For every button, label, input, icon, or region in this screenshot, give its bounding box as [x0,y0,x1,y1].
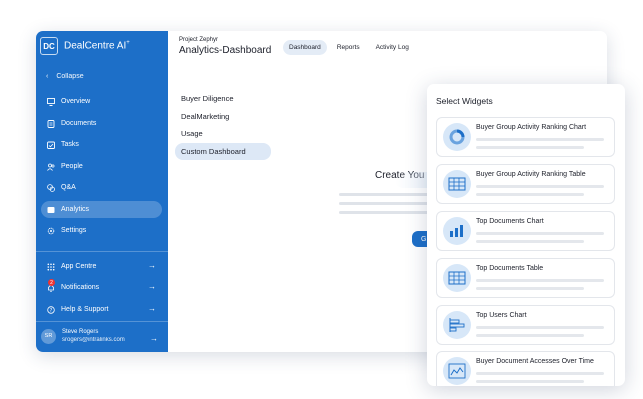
select-widgets-panel: Select Widgets Buyer Group Activity Rank… [427,84,625,386]
placeholder-line [339,211,429,214]
horizontal-bar-chart-icon [443,311,471,339]
logo-mark: DC [40,37,58,55]
dashboard-item-dealmarketing[interactable]: DealMarketing [175,108,271,125]
placeholder-line [476,372,604,375]
avatar: SR [41,328,56,344]
widget-name: Top Users Chart [476,312,527,319]
placeholder-line [476,146,584,149]
page-title: Analytics-Dashboard [179,45,272,56]
widget-name: Top Documents Chart [476,218,544,225]
notification-badge: 2 [48,279,55,286]
sidebar-divider [36,321,168,322]
dashboard-item-usage[interactable]: Usage [175,125,271,142]
sidebar-item-analytics[interactable]: Analytics [41,201,162,218]
tab-dashboard[interactable]: Dashboard [283,40,327,55]
sidebar-item-label: Analytics [61,206,90,213]
widget-card[interactable]: Top Users Chart [436,305,615,345]
widget-card[interactable]: Top Documents Chart [436,211,615,251]
placeholder-line [476,279,604,282]
arrow-right-icon: → [148,261,156,270]
placeholder-line [476,380,584,383]
sidebar-item-tasks[interactable]: Tasks [41,136,162,153]
table-icon [443,170,471,198]
widget-card[interactable]: Buyer Group Activity Ranking Table [436,164,615,204]
placeholder-line [476,138,604,141]
user-name: Steve Rogers [62,329,99,335]
dashboard-item-custom-dashboard[interactable]: Custom Dashboard [175,143,271,160]
chat-icon [46,183,55,192]
arrow-right-icon: → [148,282,156,291]
document-icon [46,119,55,128]
sidebar-item-overview[interactable]: Overview [41,93,162,110]
placeholder-line [476,232,604,235]
gear-icon [46,226,55,235]
donut-chart-icon [443,123,471,151]
chevron-left-icon: ‹ [46,73,49,80]
sidebar-item-label: Settings [61,227,87,234]
sidebar-item-app-centre[interactable]: App Centre → [41,258,162,275]
sidebar-item-label: Help & Support [61,306,109,313]
placeholder-line [339,193,429,196]
user-profile[interactable]: SR Steve Rogers srogers@intralinks.com [41,328,125,344]
placeholder-line [476,287,584,290]
grid-icon [46,262,55,271]
sidebar-item-label: People [61,163,83,170]
widget-name: Buyer Document Accesses Over Time [476,358,594,365]
logo-name: DealCentre AI [64,40,127,52]
user-email: srogers@intralinks.com [62,337,125,343]
sidebar-item-qa[interactable]: Q&A [41,179,162,196]
placeholder-line [476,185,604,188]
sidebar-item-label: Q&A [61,184,76,191]
analytics-icon [46,205,55,214]
panel-title: Select Widgets [436,96,493,106]
sidebar-item-people[interactable]: People [41,158,162,175]
placeholder-line [476,240,584,243]
sidebar-item-label: App Centre [61,263,97,270]
sidebar-item-label: Overview [61,98,91,105]
widget-card[interactable]: Top Documents Table [436,258,615,298]
collapse-button[interactable]: ‹ Collapse [46,73,84,80]
sidebar-divider [36,251,168,252]
collapse-label: Collapse [56,73,84,80]
arrow-right-icon: → [148,304,156,313]
sidebar: DC DealCentre AI+ ‹ Collapse Overview Do… [36,31,168,352]
sidebar-item-settings[interactable]: Settings [41,222,162,239]
svg-text:?: ? [49,307,52,313]
help-icon: ? [46,305,55,314]
sidebar-item-help-support[interactable]: ? Help & Support → [41,301,162,318]
widget-name: Buyer Group Activity Ranking Table [476,171,586,178]
table-icon [443,264,471,292]
dashboard-item-buyer-diligence[interactable]: Buyer Diligence [175,90,271,107]
logo[interactable]: DC DealCentre AI+ [40,37,130,55]
sidebar-item-notifications[interactable]: 2 Notifications → [41,279,162,296]
bar-chart-icon [443,217,471,245]
arrow-right-icon[interactable]: → [150,334,158,343]
line-chart-icon [443,357,471,385]
sidebar-item-documents[interactable]: Documents [41,115,162,132]
widget-card[interactable]: Buyer Group Activity Ranking Chart [436,117,615,157]
tasks-icon [46,140,55,149]
placeholder-line [476,334,584,337]
widget-name: Buyer Group Activity Ranking Chart [476,124,587,131]
sidebar-item-label: Tasks [61,141,79,148]
sidebar-item-label: Notifications [61,284,100,291]
placeholder-line [339,202,429,205]
logo-sup: + [126,40,130,47]
widget-card[interactable]: Buyer Document Accesses Over Time [436,351,615,386]
placeholder-line [476,193,584,196]
widget-name: Top Documents Table [476,265,544,272]
placeholder-line [476,326,604,329]
monitor-icon [46,97,55,106]
tab-reports[interactable]: Reports [331,40,366,55]
tab-activity-log[interactable]: Activity Log [370,40,415,55]
sidebar-item-label: Documents [61,120,97,127]
tab-bar: Dashboard Reports Activity Log [283,40,415,55]
people-icon [46,162,55,171]
project-name: Project Zephyr [179,37,219,43]
